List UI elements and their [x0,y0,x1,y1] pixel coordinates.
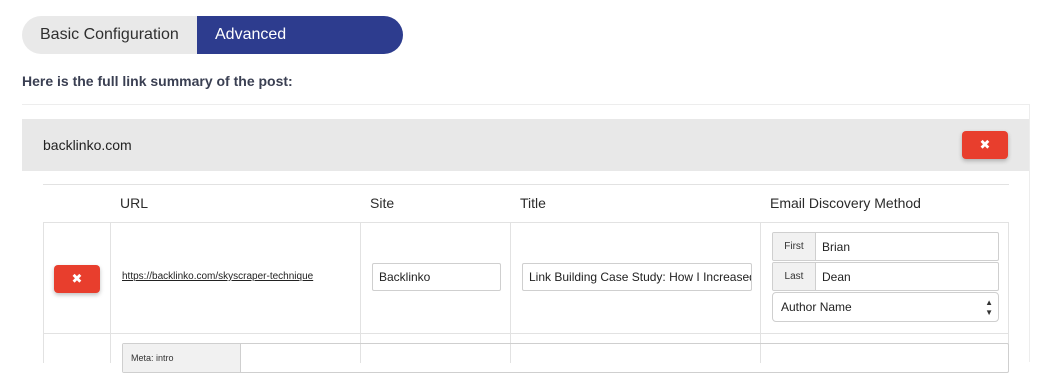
meta-intro-label: Meta: intro [123,344,241,372]
column-divider [760,222,761,363]
tab-advanced-configuration[interactable]: Advanced Configuration [197,16,403,81]
site-input[interactable]: Backlinko [372,263,501,291]
remove-row-button[interactable]: ✖ [54,265,100,293]
close-icon: ✖ [979,137,991,152]
selected-method: Author Name [781,300,852,314]
header-site: Site [370,195,395,211]
first-name-input[interactable]: Brian [816,233,998,260]
email-discovery-method-select[interactable]: Author Name ▲ ▼ [772,292,999,322]
last-name-input[interactable]: Dean [816,263,998,290]
first-name-group: First Brian [772,232,999,261]
meta-intro-input[interactable] [241,344,1008,372]
column-divider [510,222,511,363]
last-name-label: Last [773,263,816,290]
config-tabs: Basic Configuration Advanced Configurati… [22,16,403,81]
header-title: Title [520,195,546,211]
header-email-discovery-method: Email Discovery Method [770,195,921,211]
column-divider [1008,222,1009,363]
panel-header: backlinko.com ✖ [22,119,1029,171]
column-divider [110,222,111,363]
tab-basic-configuration[interactable]: Basic Configuration [22,16,197,54]
first-name-label: First [773,233,816,260]
close-icon: ✖ [71,271,83,286]
column-divider [43,222,44,363]
select-arrows-icon: ▲ ▼ [985,298,993,317]
row-divider [43,333,1009,334]
remove-domain-button[interactable]: ✖ [962,131,1008,159]
column-divider [360,222,361,363]
meta-intro-group: Meta: intro [122,343,1009,373]
last-name-group: Last Dean [772,262,999,291]
summary-intro-text: Here is the full link summary of the pos… [22,73,293,89]
header-url: URL [120,195,149,211]
title-input[interactable]: Link Building Case Study: How I Increase… [522,263,752,291]
link-summary-panel: backlinko.com ✖ URL Site Title Email Dis… [22,104,1030,373]
url-link[interactable]: https://backlinko.com/skyscraper-techniq… [122,271,313,282]
domain-name: backlinko.com [43,137,132,153]
links-table: URL Site Title Email Discovery Method ✖ … [43,184,1009,373]
row-divider [43,222,1009,223]
